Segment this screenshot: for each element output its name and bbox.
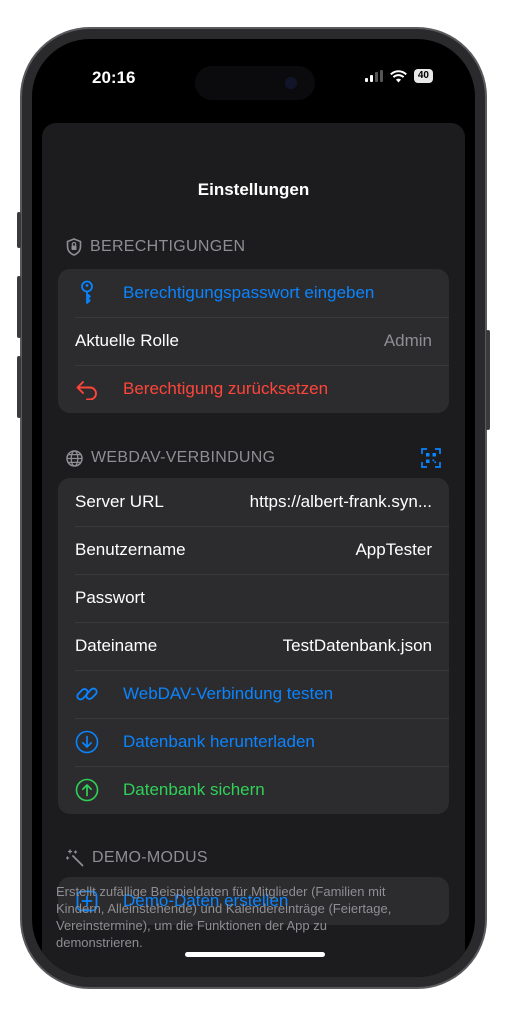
status-bar: 20:16 40 [32, 39, 475, 119]
current-role-label: Aktuelle Rolle [75, 331, 179, 350]
reset-permission-label: Berechtigung zurücksetzen [123, 379, 329, 398]
webdav-header-label: WEBDAV-VERBINDUNG [91, 449, 276, 466]
permissions-section-header: BERECHTIGUNGEN [66, 238, 245, 256]
enter-password-button[interactable]: Berechtigungspasswort eingeben [58, 269, 449, 317]
filename-row[interactable]: Dateiname TestDatenbank.json [58, 622, 449, 670]
action-button [17, 212, 21, 248]
demo-footnote: Erstellt zufällige Beispieldaten für Mit… [56, 884, 392, 950]
test-connection-button[interactable]: WebDAV-Verbindung testen [58, 670, 449, 718]
username-value[interactable]: AppTester [355, 540, 432, 560]
key-icon [75, 280, 99, 305]
camera-icon [285, 77, 297, 89]
battery-icon: 40 [413, 69, 433, 83]
password-row[interactable]: Passwort [58, 574, 449, 622]
test-connection-label: WebDAV-Verbindung testen [123, 684, 334, 703]
password-label: Passwort [75, 588, 145, 607]
shield-icon [66, 238, 82, 256]
username-label: Benutzername [75, 540, 186, 559]
dynamic-island [195, 66, 315, 100]
home-indicator[interactable] [185, 952, 325, 957]
current-role-value: Admin [383, 331, 432, 350]
cellular-signal-icon [364, 70, 383, 82]
username-row[interactable]: Benutzername AppTester [58, 526, 449, 574]
qr-scan-button[interactable] [421, 448, 441, 468]
undo-arrow-icon [75, 377, 99, 401]
download-database-label: Datenbank herunterladen [123, 732, 315, 751]
server-url-row[interactable]: Server URL https://albert-frank.syn... [58, 478, 449, 526]
volume-up-button [17, 276, 21, 338]
enter-password-label: Berechtigungspasswort eingeben [123, 283, 375, 302]
link-icon [75, 682, 99, 706]
qr-scan-icon [421, 448, 441, 468]
magic-wand-icon [66, 849, 84, 867]
demo-section-header: DEMO-MODUS [66, 849, 208, 867]
globe-icon [66, 449, 83, 467]
power-button [486, 330, 490, 430]
volume-down-button [17, 356, 21, 418]
webdav-group: Server URL https://albert-frank.syn... B… [58, 478, 449, 814]
demo-header-label: DEMO-MODUS [92, 849, 208, 866]
reset-permission-button[interactable]: Berechtigung zurücksetzen [58, 365, 449, 413]
server-url-value[interactable]: https://albert-frank.syn... [250, 492, 432, 512]
webdav-section-header: WEBDAV-VERBINDUNG [66, 448, 441, 468]
download-icon [75, 730, 99, 754]
page-title: Einstellungen [197, 180, 310, 199]
server-url-label: Server URL [75, 492, 164, 511]
upload-icon [75, 778, 99, 802]
status-icons: 40 [364, 69, 433, 83]
status-time: 20:16 [92, 68, 136, 87]
permissions-header-label: BERECHTIGUNGEN [90, 238, 246, 255]
settings-sheet: Einstellungen BERECHTIGUNGEN Berechtigun… [42, 123, 465, 977]
wifi-icon [389, 69, 407, 82]
screen: 20:16 40 Einstellungen BERECHTIGUNGEN Be… [32, 39, 475, 977]
filename-value[interactable]: TestDatenbank.json [283, 636, 432, 656]
current-role-row: Aktuelle Rolle Admin [58, 317, 449, 365]
download-database-button[interactable]: Datenbank herunterladen [58, 718, 449, 766]
backup-database-button[interactable]: Datenbank sichern [58, 766, 449, 814]
filename-label: Dateiname [75, 636, 158, 655]
permissions-group: Berechtigungspasswort eingeben Aktuelle … [58, 269, 449, 413]
backup-database-label: Datenbank sichern [123, 780, 265, 799]
